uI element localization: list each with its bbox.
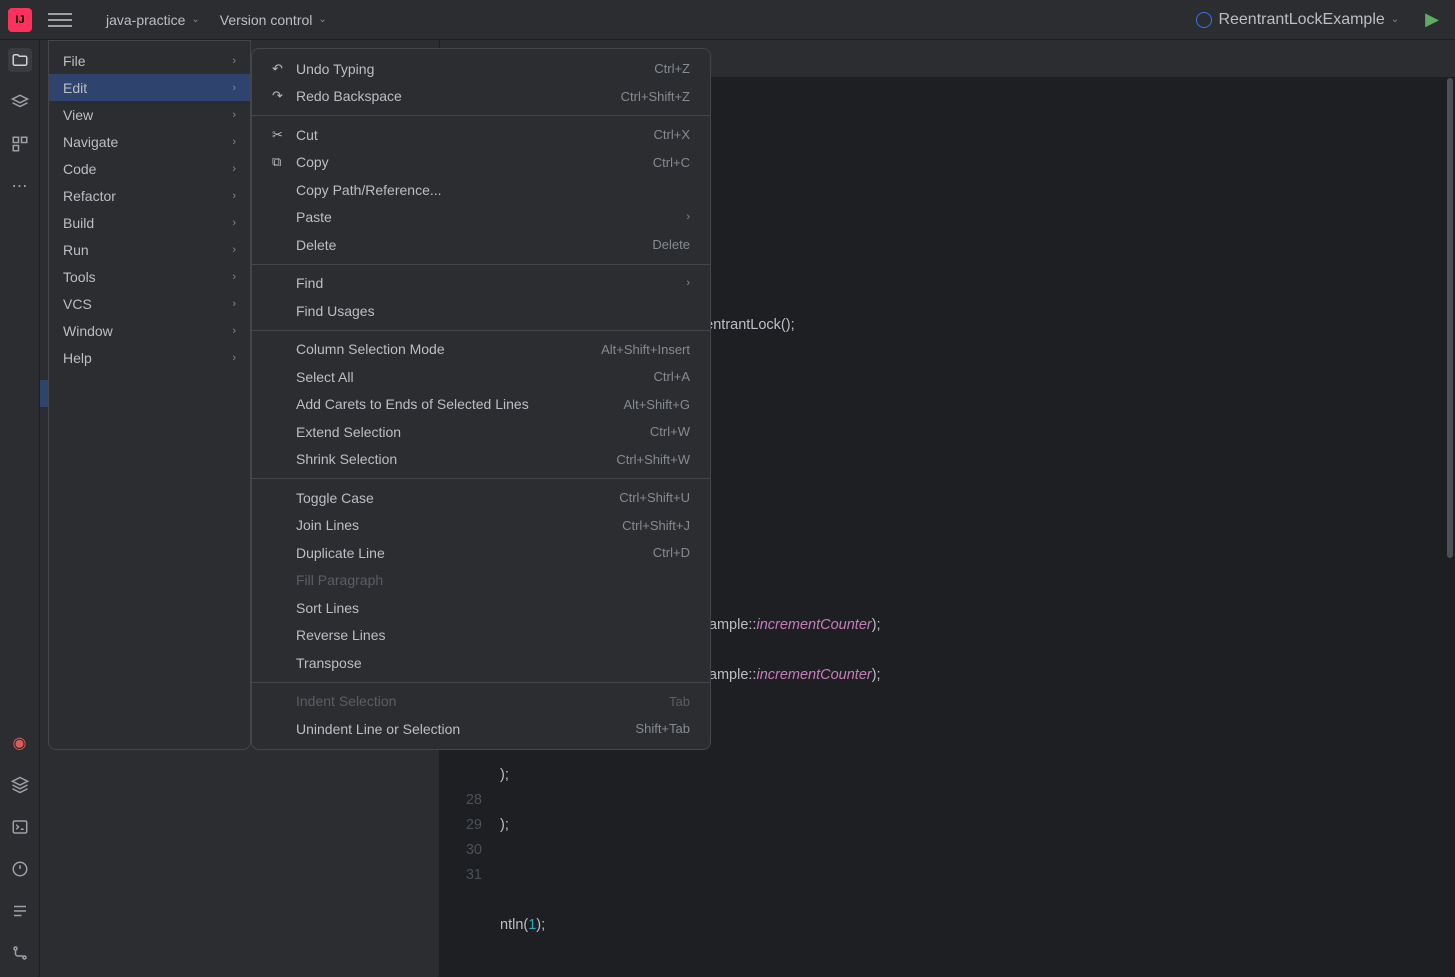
run-config-selector[interactable]: ReentrantLockExample ⌄ — [1186, 7, 1409, 33]
menu-separator — [252, 330, 710, 331]
main-menu-button[interactable] — [48, 8, 72, 32]
submenu-item[interactable]: Unindent Line or SelectionShift+Tab — [252, 715, 710, 743]
chevron-down-icon: ⌄ — [1391, 14, 1399, 25]
menu-item-tools[interactable]: Tools› — [49, 263, 250, 290]
cut-icon: ✂ — [272, 127, 286, 143]
redo-icon: ↷ — [272, 88, 286, 104]
undo-icon: ↶ — [272, 61, 286, 77]
learn-tool-icon[interactable] — [8, 90, 32, 114]
submenu-item[interactable]: DeleteDelete — [252, 231, 710, 259]
submenu-item[interactable]: Add Carets to Ends of Selected LinesAlt+… — [252, 391, 710, 419]
terminal-tool-icon[interactable] — [8, 815, 32, 839]
submenu-item[interactable]: Sort Lines — [252, 594, 710, 622]
project-tool-icon[interactable] — [8, 48, 32, 72]
submenu-item[interactable]: ✂CutCtrl+X — [252, 121, 710, 149]
copy-icon: ⧉ — [272, 154, 286, 170]
submenu-item[interactable]: Extend SelectionCtrl+W — [252, 418, 710, 446]
menu-item-code[interactable]: Code› — [49, 155, 250, 182]
submenu-item[interactable]: ↶Undo TypingCtrl+Z — [252, 55, 710, 83]
todo-tool-icon[interactable] — [8, 899, 32, 923]
menu-item-window[interactable]: Window› — [49, 317, 250, 344]
structure-tool-icon[interactable] — [8, 132, 32, 156]
run-config-label: ReentrantLockExample — [1218, 11, 1384, 29]
menu-item-view[interactable]: View› — [49, 101, 250, 128]
chevron-down-icon: ⌄ — [191, 14, 199, 25]
submenu-item[interactable]: Find Usages — [252, 297, 710, 325]
submenu-item[interactable]: Find› — [252, 270, 710, 298]
submenu-item: Indent SelectionTab — [252, 688, 710, 716]
menu-item-navigate[interactable]: Navigate› — [49, 128, 250, 155]
more-tool-icon[interactable]: ⋯ — [8, 174, 32, 198]
main-menu-popup: File›Edit›View›Navigate›Code›Refactor›Bu… — [48, 40, 251, 750]
submenu-item[interactable]: Column Selection ModeAlt+Shift+Insert — [252, 336, 710, 364]
submenu-item[interactable]: Select AllCtrl+A — [252, 363, 710, 391]
run-button[interactable]: ▶ — [1417, 5, 1447, 34]
class-icon — [1196, 12, 1212, 28]
submenu-item[interactable]: ⧉CopyCtrl+C — [252, 149, 710, 177]
menu-separator — [252, 115, 710, 116]
menu-item-edit[interactable]: Edit› — [49, 74, 250, 101]
submenu-item[interactable]: Transpose — [252, 649, 710, 677]
app-logo: IJ — [8, 8, 32, 32]
editor-scrollbar[interactable] — [1445, 78, 1455, 977]
submenu-item: Fill Paragraph — [252, 567, 710, 595]
submenu-item[interactable]: Shrink SelectionCtrl+Shift+W — [252, 446, 710, 474]
submenu-item[interactable]: Join LinesCtrl+Shift+J — [252, 512, 710, 540]
submenu-item[interactable]: Duplicate LineCtrl+D — [252, 539, 710, 567]
problems-tool-icon[interactable] — [8, 857, 32, 881]
submenu-item[interactable]: Reverse Lines — [252, 622, 710, 650]
project-selector[interactable]: java-practice ⌄ — [96, 8, 210, 32]
menu-separator — [252, 264, 710, 265]
chevron-down-icon: ⌄ — [318, 14, 326, 25]
menu-item-refactor[interactable]: Refactor› — [49, 182, 250, 209]
menu-item-file[interactable]: File› — [49, 47, 250, 74]
menu-item-vcs[interactable]: VCS› — [49, 290, 250, 317]
menu-separator — [252, 682, 710, 683]
submenu-item[interactable]: Toggle CaseCtrl+Shift+U — [252, 484, 710, 512]
vcs-label: Version control — [220, 12, 313, 28]
menu-item-build[interactable]: Build› — [49, 209, 250, 236]
submenu-item[interactable]: ↷Redo BackspaceCtrl+Shift+Z — [252, 83, 710, 111]
submenu-item[interactable]: Paste› — [252, 204, 710, 232]
left-tool-stripe: ⋯ ◉ — [0, 40, 40, 977]
titlebar: IJ java-practice ⌄ Version control ⌄ Ree… — [0, 0, 1455, 40]
menu-item-run[interactable]: Run› — [49, 236, 250, 263]
services-tool-icon[interactable]: ◉ — [8, 731, 32, 755]
submenu-item[interactable]: Copy Path/Reference... — [252, 176, 710, 204]
git-tool-icon[interactable] — [8, 941, 32, 965]
vcs-selector[interactable]: Version control ⌄ — [210, 8, 337, 32]
edit-submenu-popup: ↶Undo TypingCtrl+Z↷Redo BackspaceCtrl+Sh… — [251, 48, 711, 750]
project-name-label: java-practice — [106, 12, 185, 28]
menu-item-help[interactable]: Help› — [49, 344, 250, 371]
layers-tool-icon[interactable] — [8, 773, 32, 797]
menu-separator — [252, 478, 710, 479]
